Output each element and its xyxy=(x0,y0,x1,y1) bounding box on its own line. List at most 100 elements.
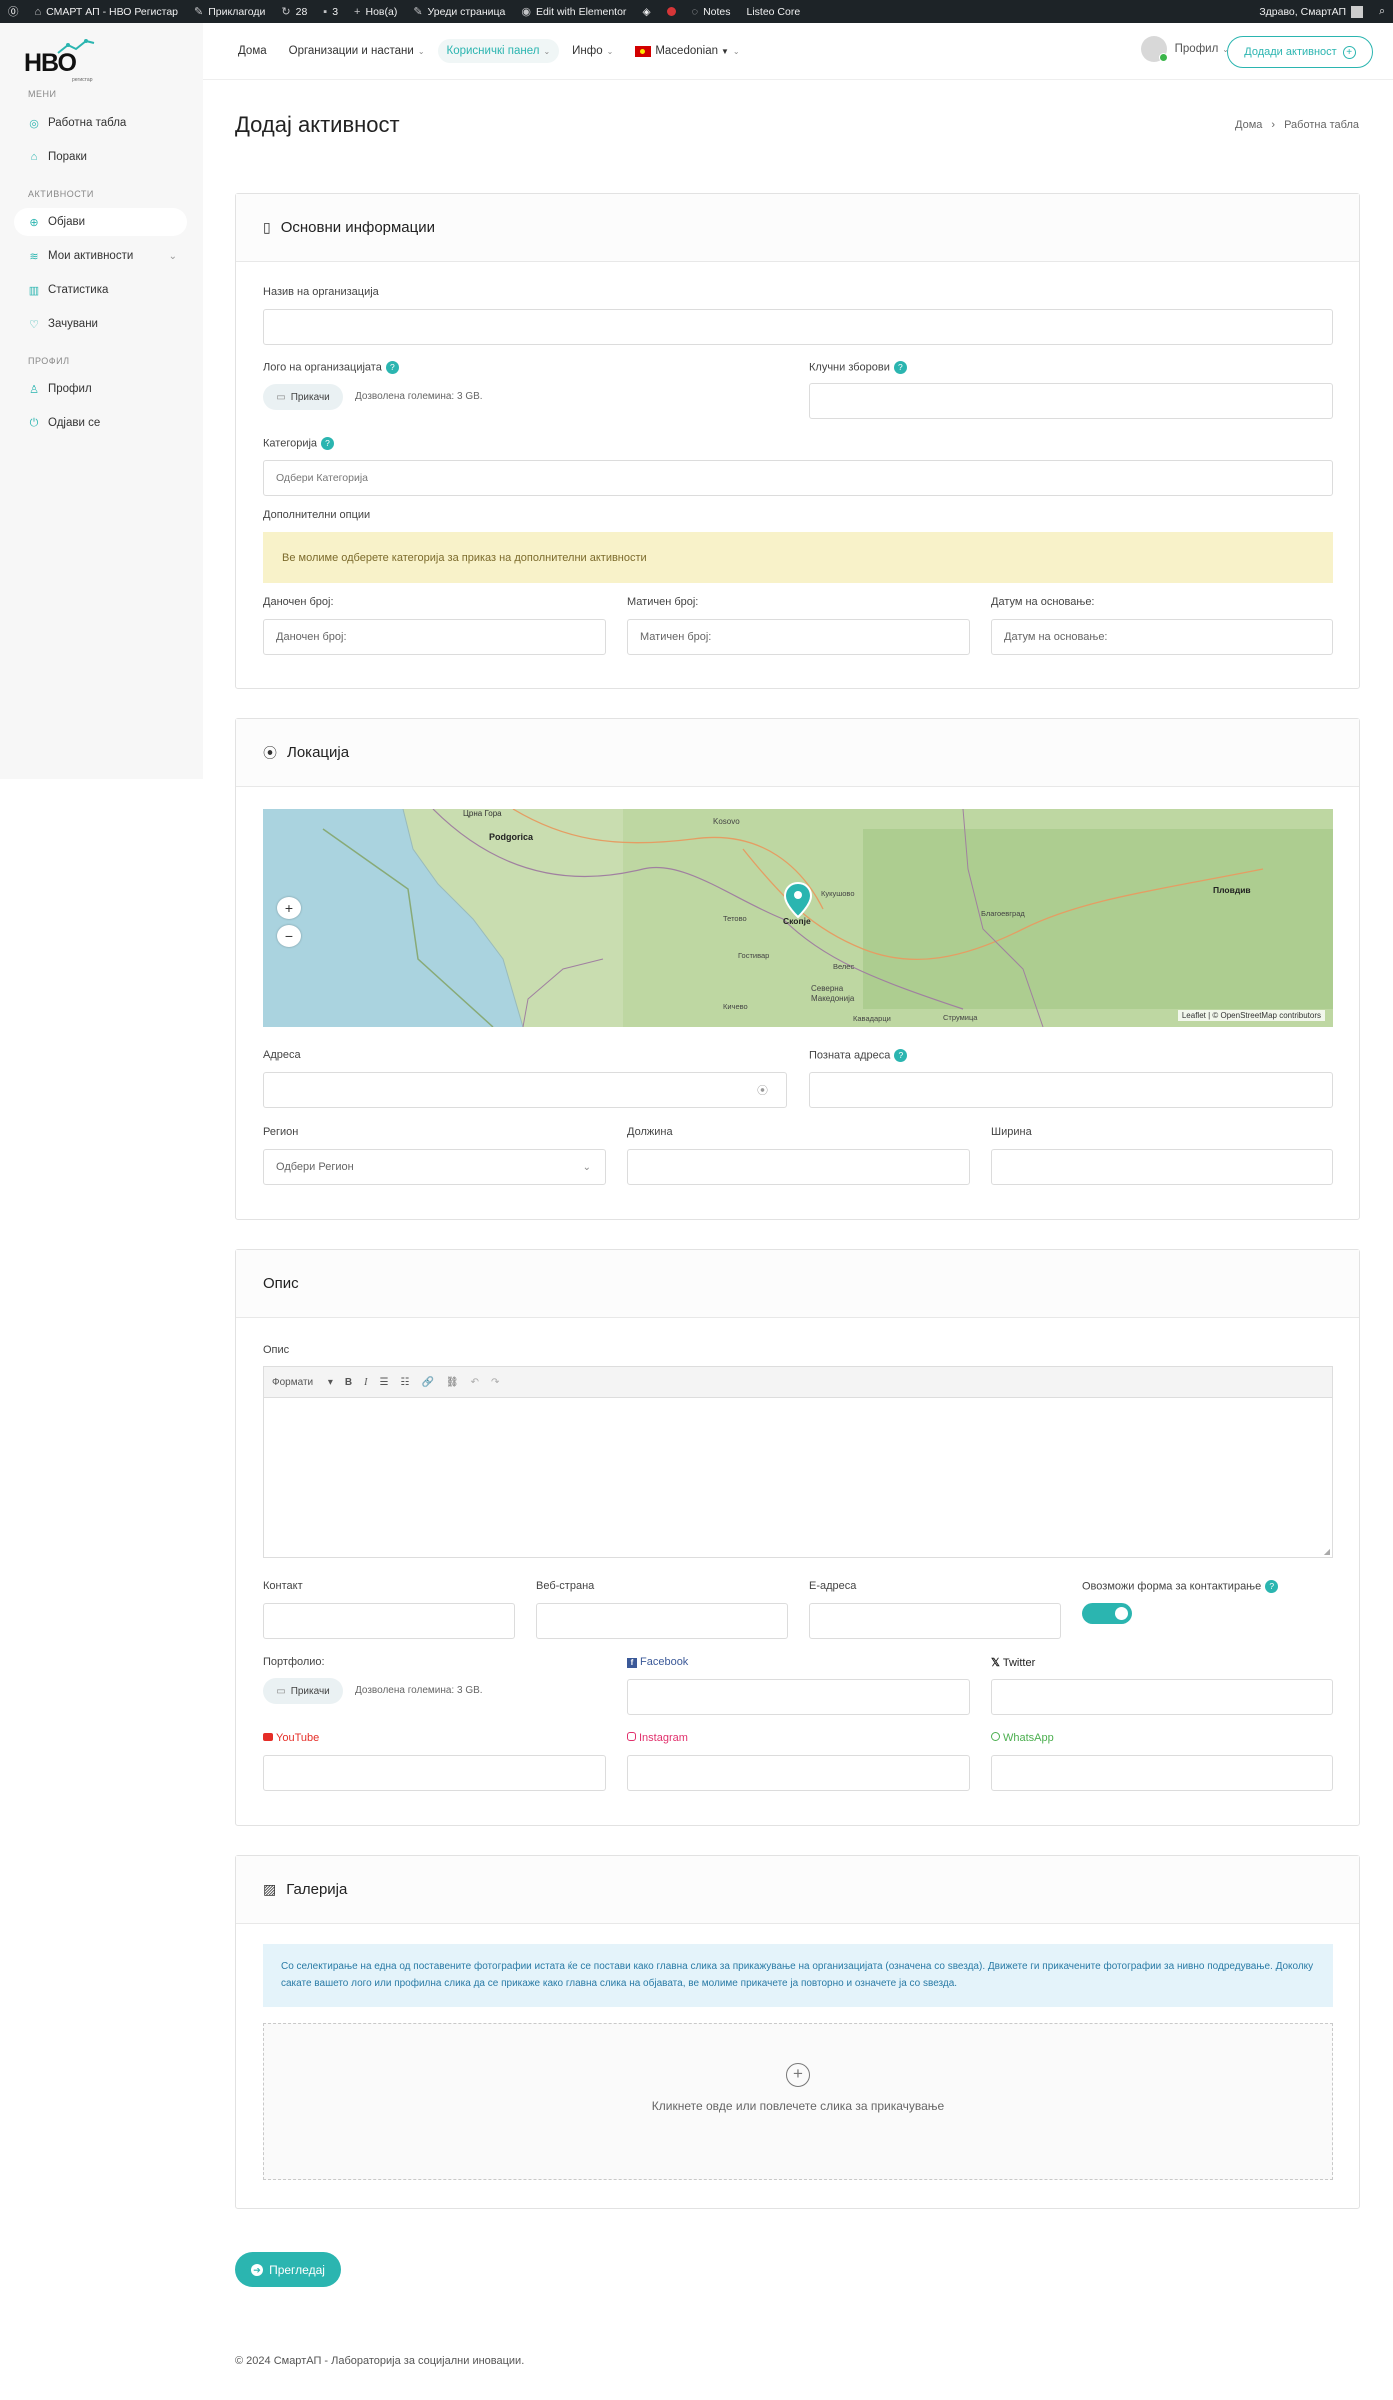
map-attribution[interactable]: Leaflet | © OpenStreetMap contributors xyxy=(1177,1010,1325,1021)
contact-form-toggle[interactable] xyxy=(1082,1603,1132,1624)
nav-organizations[interactable]: Организации и настани ⌄ xyxy=(280,39,434,63)
help-icon[interactable]: ? xyxy=(385,361,399,374)
unlink-icon[interactable]: ⛓ xyxy=(446,1377,459,1388)
description-title: Опис xyxy=(263,1275,299,1292)
website-input[interactable] xyxy=(536,1603,788,1639)
preview-button[interactable]: ➔ Прегледај xyxy=(235,2252,341,2287)
numbered-list-icon[interactable]: ☷ xyxy=(400,1377,409,1388)
tax-number-input[interactable]: Даночен број: xyxy=(263,619,606,655)
nav-user-panel[interactable]: Корисничкi панел ⌄ xyxy=(437,39,560,63)
sidebar-item-messages[interactable]: ⌂ Пораки xyxy=(14,143,187,171)
location-pin-icon[interactable]: ⦿ xyxy=(757,1082,768,1098)
chevron-right-icon: › xyxy=(1271,119,1276,131)
admin-elementor-link[interactable]: ◉ Edit with Elementor xyxy=(513,0,634,23)
plus-circle-icon: + xyxy=(1342,45,1356,59)
zoom-in-button[interactable]: + xyxy=(277,897,301,919)
bold-icon[interactable]: B xyxy=(345,1377,352,1388)
sidebar-item-my-activities[interactable]: ≋ Мои активности ⌄ xyxy=(14,242,187,270)
description-label: Опис xyxy=(263,1344,290,1356)
admin-new-link[interactable]: + Нов(а) xyxy=(346,0,405,23)
region-select[interactable]: Одбери Регион ⌄ xyxy=(263,1149,606,1185)
category-select[interactable]: Одбери Категорија xyxy=(263,460,1333,496)
sidebar-item-dashboard[interactable]: ◎ Работна табла xyxy=(14,109,187,137)
map-label: Црна Гора xyxy=(463,809,502,818)
admin-comments-link[interactable]: ▪ 3 xyxy=(315,0,346,23)
status-dot-icon[interactable] xyxy=(659,0,684,23)
facebook-input[interactable] xyxy=(627,1679,970,1715)
nav-info[interactable]: Инфо ⌄ xyxy=(563,39,622,63)
latitude-input[interactable] xyxy=(991,1149,1333,1185)
sidebar-item-label: Статистика xyxy=(48,284,109,296)
map-marker-icon[interactable] xyxy=(783,881,813,921)
tax-number-label: Даночен број: xyxy=(263,596,334,608)
instagram-input[interactable] xyxy=(627,1755,970,1791)
portfolio-attach-button[interactable]: ▭ Прикачи xyxy=(263,1678,343,1704)
attach-label: Прикачи xyxy=(290,1685,330,1697)
portfolio-size-note: Дозволена големина: 3 GB. xyxy=(355,1685,483,1696)
help-icon[interactable]: ? xyxy=(893,361,907,374)
sidebar-item-statistics[interactable]: ▥ Статистика xyxy=(14,276,187,304)
admin-listeo-link[interactable]: Listeo Core xyxy=(739,0,809,23)
admin-greeting[interactable]: Здраво, СмартАП xyxy=(1251,0,1371,23)
description-editor[interactable]: Формати ▾ B I ☰ ☷ 🔗 ⛓ ↶ ↷ ◢ xyxy=(263,1366,1333,1558)
sidebar-item-saved[interactable]: ♡ Зачувани xyxy=(14,310,187,338)
reg-number-input[interactable]: Матичен број: xyxy=(627,619,970,655)
founding-date-input[interactable]: Датум на основање: xyxy=(991,619,1333,655)
redo-icon[interactable]: ↷ xyxy=(491,1377,499,1388)
longitude-input[interactable] xyxy=(627,1149,970,1185)
elementor-icon: ◉ xyxy=(521,6,531,18)
sidebar-item-profile[interactable]: ♙ Профил xyxy=(14,375,187,403)
add-activity-button[interactable]: Додади активност + xyxy=(1227,36,1373,68)
nav-home[interactable]: Дома xyxy=(229,39,276,63)
admin-updates-link[interactable]: ↻ 28 xyxy=(273,0,315,23)
twitter-input[interactable] xyxy=(991,1679,1333,1715)
image-dropzone[interactable]: + Кликнете овде или повлечете слика за п… xyxy=(263,2023,1333,2180)
admin-search-icon[interactable]: ⌕ xyxy=(1371,0,1393,23)
keywords-input[interactable] xyxy=(809,383,1333,419)
contact-form-label-text: Овозможи форма за контактирање xyxy=(1082,1580,1262,1593)
image-icon: ▭ xyxy=(276,391,286,403)
keywords-label-text: Клучни зборови xyxy=(809,361,890,374)
known-address-input[interactable] xyxy=(809,1072,1333,1108)
link-icon[interactable]: 🔗 xyxy=(421,1377,433,1388)
undo-icon[interactable]: ↶ xyxy=(471,1377,479,1388)
breadcrumb-current[interactable]: Работна табла xyxy=(1284,119,1359,131)
bullet-list-icon[interactable]: ☰ xyxy=(380,1377,389,1388)
admin-plugins-link[interactable]: ✎ Приклагоди xyxy=(186,0,273,23)
instagram-icon xyxy=(627,1732,636,1741)
help-icon[interactable]: ? xyxy=(1265,1580,1279,1593)
keywords-label: Клучни зборови? xyxy=(809,361,907,374)
wp-logo-icon[interactable]: ⓪ xyxy=(0,0,27,23)
gallery-title: Галерија xyxy=(286,1881,348,1898)
breadcrumb-home[interactable]: Дома xyxy=(1235,119,1262,131)
home-icon: ⌂ xyxy=(34,5,42,18)
diamond-icon[interactable]: ◈ xyxy=(634,0,658,23)
sidebar-item-logout[interactable]: ⏻ Одјави се xyxy=(14,409,187,437)
email-input[interactable] xyxy=(809,1603,1061,1639)
map-label: Кукушово xyxy=(821,889,855,898)
address-input[interactable]: ⦿ xyxy=(263,1072,787,1108)
help-icon[interactable]: ? xyxy=(321,437,335,450)
admin-edit-page-link[interactable]: ✎ Уреди страница xyxy=(405,0,513,23)
italic-icon[interactable]: I xyxy=(364,1377,367,1388)
whatsapp-input[interactable] xyxy=(991,1755,1333,1791)
logo-attach-button[interactable]: ▭ Прикачи xyxy=(263,384,343,410)
help-icon[interactable]: ? xyxy=(894,1049,908,1062)
admin-notes-link[interactable]: ◌ Notes xyxy=(684,0,739,23)
known-address-label-text: Позната адреса xyxy=(809,1049,891,1062)
chevron-down-icon: ⌄ xyxy=(732,46,740,56)
location-map[interactable]: Црна Гора Podgorica Kosovo Скопје Кукушо… xyxy=(263,809,1333,1027)
nav-language[interactable]: Macedonian ▼ ⌄ xyxy=(626,39,748,63)
resize-handle-icon[interactable]: ◢ xyxy=(1324,1547,1330,1556)
youtube-input[interactable] xyxy=(263,1755,606,1791)
logo[interactable]: НВО регистар xyxy=(24,39,114,83)
admin-site-link[interactable]: ⌂ СМАРТ АП - НВО Регистар xyxy=(27,0,187,23)
contact-input[interactable] xyxy=(263,1603,515,1639)
formats-dropdown[interactable]: Формати ▾ xyxy=(272,1377,333,1388)
sidebar-item-post[interactable]: ⊕ Објави xyxy=(14,208,187,236)
zoom-out-button[interactable]: − xyxy=(277,925,301,947)
org-name-input[interactable] xyxy=(263,309,1333,345)
admin-comments-count: 3 xyxy=(332,5,339,18)
map-label: Гостивар xyxy=(738,951,770,960)
profile-menu[interactable]: Профил ⌄ xyxy=(1140,36,1229,62)
